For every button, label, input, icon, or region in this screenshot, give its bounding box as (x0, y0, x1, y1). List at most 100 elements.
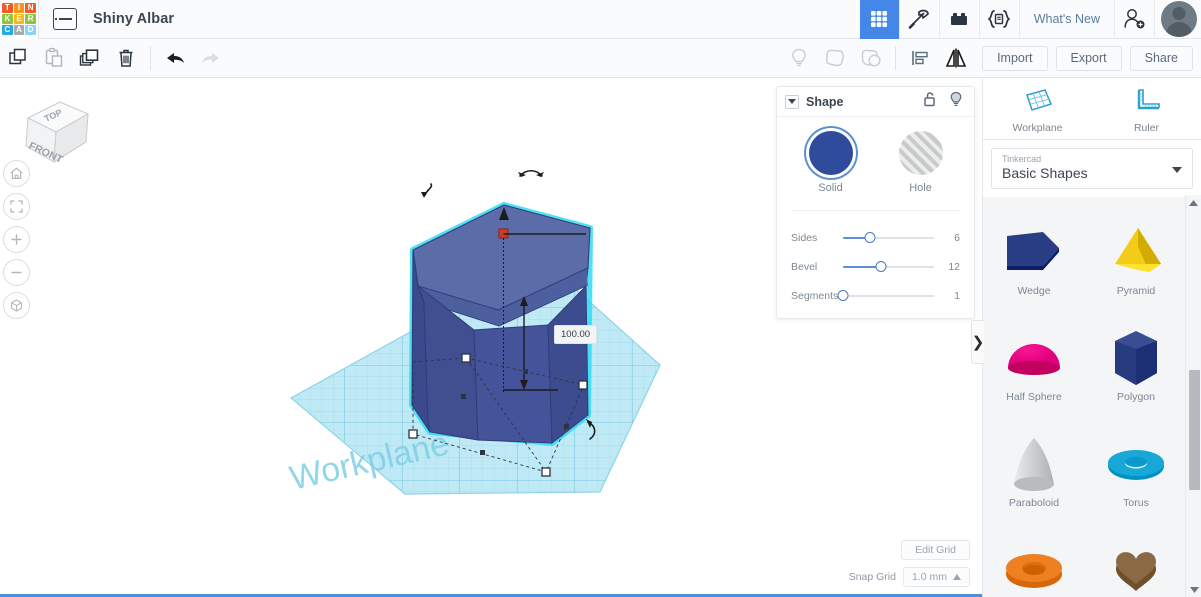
shape-parameter-sliders: Sides 6 Bevel 12 Segments 1 (787, 223, 964, 310)
fit-view-button[interactable] (3, 193, 30, 220)
caret-down-icon (1189, 586, 1199, 593)
shape-label: Paraboloid (1008, 497, 1060, 509)
dimension-label[interactable]: 100.00 (554, 325, 598, 344)
slider-knob[interactable] (837, 289, 849, 301)
snap-grid-select[interactable]: 1.0 mm (902, 567, 970, 587)
slider-knob[interactable] (864, 231, 876, 243)
library-name-value: Basic Shapes (1002, 165, 1088, 181)
slider-track[interactable] (843, 260, 934, 274)
user-avatar[interactable] (1161, 1, 1197, 37)
copy-button[interactable] (0, 39, 36, 77)
sides-slider[interactable]: Sides 6 (787, 223, 964, 252)
workplane-grid-icon (1025, 89, 1052, 111)
page-title: Shiny Albar (93, 11, 175, 27)
redo-button[interactable] (193, 39, 229, 77)
shape-thumbnail (1107, 327, 1165, 389)
workplane-tool[interactable]: Workplane (983, 78, 1092, 139)
logo-tile-t: T (2, 2, 13, 13)
logo-tile-r: R (25, 13, 36, 25)
align-button[interactable] (902, 39, 938, 77)
shape-torus[interactable]: Torus (1085, 423, 1187, 529)
add-person-icon[interactable] (1115, 0, 1155, 39)
scroll-up-button[interactable] (1186, 195, 1201, 210)
solid-swatch[interactable]: Solid (800, 131, 862, 194)
slider-knob[interactable] (875, 260, 887, 272)
paste-button[interactable] (36, 39, 72, 77)
chevron-down-icon[interactable] (1172, 166, 1182, 173)
slider-track[interactable] (843, 231, 934, 245)
light-button[interactable] (781, 39, 817, 77)
whats-new-link[interactable]: What's New (1020, 0, 1115, 39)
hammer-icon (908, 9, 930, 29)
caret-up-icon (1189, 199, 1198, 206)
duplicate-button[interactable] (72, 39, 108, 77)
view-cube[interactable]: TOP FRONT (8, 90, 98, 170)
import-button[interactable]: Import (982, 45, 1048, 71)
logo-tile-c: C (2, 25, 13, 36)
shape-thumbnail (1104, 539, 1168, 597)
tab-codeblocks-hammer[interactable] (900, 0, 940, 39)
slider-track[interactable] (837, 289, 934, 303)
sidebar-scrollbar[interactable] (1185, 195, 1201, 597)
slider-value: 6 (954, 231, 960, 244)
shape-tube[interactable] (983, 529, 1085, 597)
paste-icon (45, 47, 63, 67)
polygon-shape-3d[interactable] (409, 202, 593, 446)
mirror-button[interactable] (938, 39, 974, 77)
shape-pyramid[interactable]: Pyramid (1085, 211, 1187, 317)
shape-thumbnail (1001, 539, 1067, 597)
tab-3d-designs[interactable] (859, 0, 900, 39)
zoom-in-button[interactable] (3, 226, 30, 253)
lightbulb-icon[interactable] (949, 91, 963, 113)
slider-label: Bevel (791, 260, 818, 273)
snap-grid-label: Snap Grid (848, 571, 896, 583)
shape-label: Half Sphere (1006, 391, 1062, 403)
logo-tile-i: I (13, 2, 25, 13)
grid-icon (871, 11, 888, 27)
shape-heart[interactable] (1085, 529, 1187, 597)
hole-swatch[interactable]: Hole (890, 131, 952, 194)
shape-panel-body: Solid Hole Sides 6 Bevel 12 Segments 1 (777, 117, 974, 318)
snap-grid-row: Snap Grid 1.0 mm (849, 567, 970, 587)
export-button[interactable]: Export (1055, 45, 1122, 71)
zoom-out-button[interactable] (3, 259, 30, 286)
segments-slider[interactable]: Segments 1 (787, 281, 964, 310)
shape-wedge[interactable]: Wedge (983, 211, 1085, 317)
library-dropdown[interactable]: Tinkercad Basic Shapes (991, 148, 1193, 189)
scroll-down-button[interactable] (1186, 582, 1201, 597)
shape-thumbnail (1103, 433, 1169, 495)
tinkercad-logo[interactable]: TIN KER CAD (0, 0, 38, 39)
shape-polygon[interactable]: Polygon (1085, 317, 1187, 423)
bevel-slider[interactable]: Bevel 12 (787, 252, 964, 281)
unlocked-padlock-icon[interactable] (923, 91, 937, 113)
perspective-toggle-button[interactable] (3, 292, 30, 319)
ungroup-icon (861, 49, 881, 67)
shape-paraboloid[interactable]: Paraboloid (983, 423, 1085, 529)
shape-half-sphere[interactable]: Half Sphere (983, 317, 1085, 423)
sidebar-tool-label: Ruler (1133, 122, 1160, 134)
home-icon (10, 167, 23, 179)
list-menu-icon[interactable] (53, 8, 77, 30)
ruler-tool[interactable]: Ruler (1092, 78, 1201, 139)
edit-grid-button[interactable]: Edit Grid (901, 540, 970, 560)
plus-icon (11, 234, 22, 245)
group-button[interactable] (817, 39, 853, 77)
delete-button[interactable] (108, 39, 144, 77)
tab-bricks[interactable] (940, 0, 980, 39)
tab-codeblocks[interactable] (980, 0, 1020, 39)
home-view-button[interactable] (3, 160, 30, 187)
shape-label: Pyramid (1116, 285, 1156, 297)
shape-library-grid[interactable]: Wedge Pyramid Half Sphere Polygon Paraboloid… (983, 211, 1188, 597)
slider-value: 12 (948, 260, 960, 273)
undo-button[interactable] (157, 39, 193, 77)
shape-panel-header-icons (923, 91, 966, 113)
library-selector-wrap: Tinkercad Basic Shapes (983, 140, 1201, 197)
top-bar: TINKERCAD Shiny Albar What's New (0, 0, 1201, 39)
scrollbar-thumb[interactable] (1189, 370, 1200, 490)
divider (150, 46, 151, 70)
ungroup-button[interactable] (853, 39, 889, 77)
caret-up-icon (953, 574, 961, 580)
code-braces-icon (987, 10, 1011, 28)
share-button[interactable]: Share (1129, 45, 1193, 71)
caret-down-icon[interactable] (785, 94, 799, 109)
